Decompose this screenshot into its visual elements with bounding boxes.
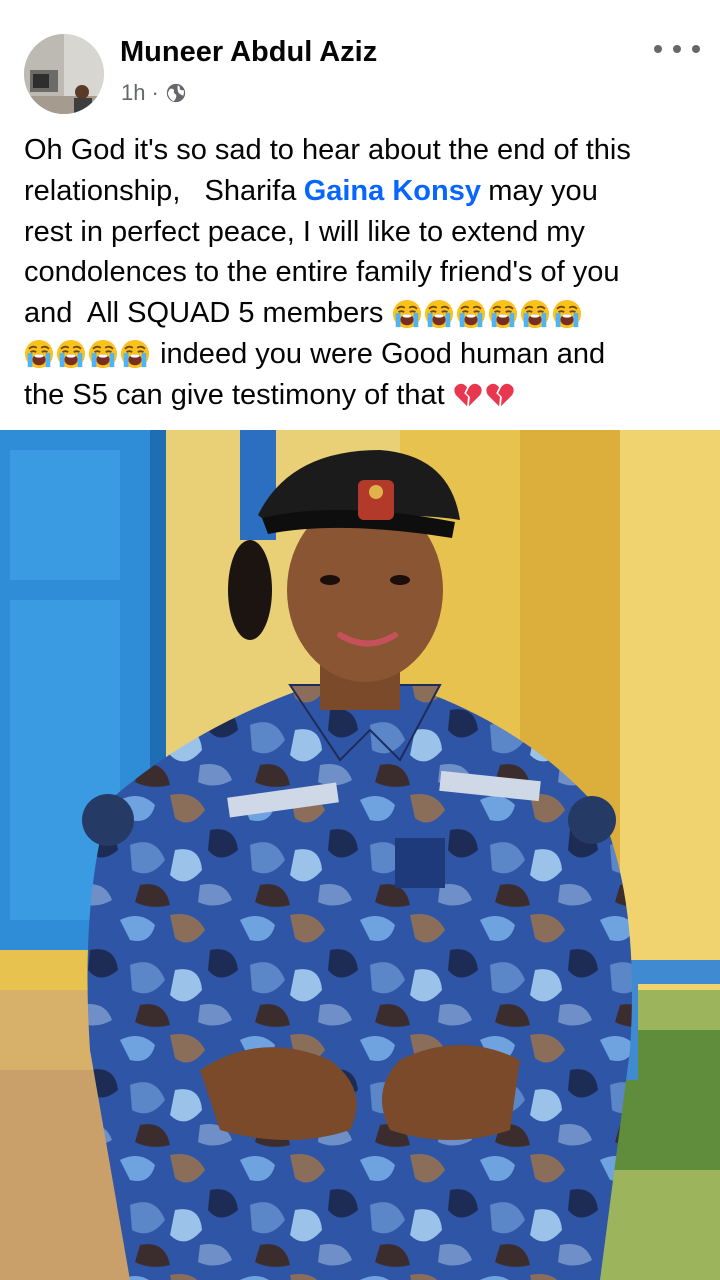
post-text-line: relationship, Sharifa Gaina Konsy may yo…: [24, 171, 704, 212]
post-text-segment: the S5 can give testimony of that: [24, 378, 445, 411]
meta-separator: ·: [151, 80, 159, 105]
crying-face-icon: [456, 299, 486, 329]
post-text-line: rest in perfect peace, I will like to ex…: [24, 212, 704, 253]
dot: [692, 45, 700, 53]
post-meta: 1h ·: [121, 80, 187, 106]
more-options-icon[interactable]: [654, 38, 700, 60]
crying-face-icon: [392, 299, 422, 329]
dot: [654, 45, 662, 53]
avatar-image: [24, 34, 104, 114]
broken-heart-icon: [453, 380, 483, 410]
crying-face-icon: [520, 299, 550, 329]
post-header: Muneer Abdul Aziz 1h ·: [0, 0, 720, 120]
crying-face-icon: [120, 339, 150, 369]
post-photo-image: [0, 430, 720, 1280]
post-timestamp[interactable]: 1h: [121, 80, 145, 106]
broken-heart-icon: [485, 380, 515, 410]
crying-face-icon: [488, 299, 518, 329]
author-name[interactable]: Muneer Abdul Aziz: [120, 36, 377, 69]
post-photo[interactable]: [0, 430, 720, 1280]
author-avatar[interactable]: [24, 34, 104, 114]
post-text-segment: rest in perfect peace, I will like to ex…: [24, 215, 585, 248]
crying-face-icon: [88, 339, 118, 369]
post-text-line: condolences to the entire family friend'…: [24, 252, 704, 293]
mention-link[interactable]: Gaina Konsy: [304, 171, 481, 212]
post-text-segment: relationship, Sharifa: [24, 174, 297, 207]
post-text-segment: condolences to the entire family friend'…: [24, 256, 620, 289]
post-text-segment: indeed you were Good human and: [160, 337, 606, 370]
post-text-segment: may you: [488, 174, 598, 207]
crying-face-icon: [24, 339, 54, 369]
post-text-segment: and All SQUAD 5 members: [24, 297, 384, 330]
post-text-line: and All SQUAD 5 members: [24, 293, 704, 334]
crying-face-icon: [552, 299, 582, 329]
post-text: Oh God it's so sad to hear about the end…: [24, 130, 704, 416]
post-text-segment: Oh God it's so sad to hear about the end…: [24, 134, 631, 166]
post-text-line: Oh God it's so sad to hear about the end…: [24, 130, 704, 171]
crying-face-icon: [56, 339, 86, 369]
globe-icon[interactable]: [165, 82, 187, 104]
crying-face-icon: [424, 299, 454, 329]
post-text-line: the S5 can give testimony of that: [24, 375, 704, 416]
dot: [673, 45, 681, 53]
post-text-line: indeed you were Good human and: [24, 334, 704, 375]
